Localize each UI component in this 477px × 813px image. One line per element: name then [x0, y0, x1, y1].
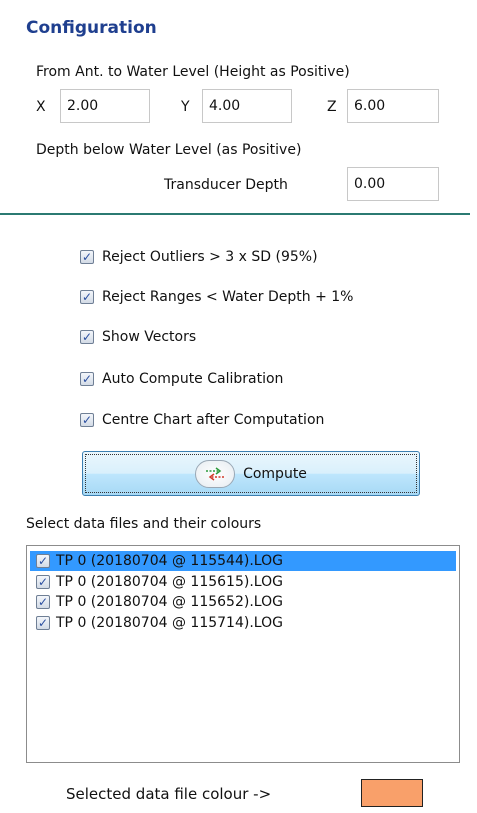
x-label: X [36, 99, 46, 115]
reject-outliers-checkbox[interactable]: ✓ Reject Outliers > 3 x SD (95%) [80, 247, 318, 267]
z-label: Z [327, 99, 337, 115]
file-label: TP 0 (20180704 @ 115544).LOG [56, 553, 283, 569]
selected-colour-swatch[interactable] [361, 779, 423, 807]
list-item[interactable]: ✓ TP 0 (20180704 @ 115615).LOG [30, 572, 456, 592]
data-files-heading: Select data files and their colours [26, 516, 262, 532]
compute-label: Compute [243, 465, 307, 482]
from-antenna-label: From Ant. to Water Level (Height as Posi… [36, 64, 350, 80]
auto-compute-label: Auto Compute Calibration [102, 371, 284, 387]
checkbox-check-icon: ✓ [80, 250, 94, 264]
data-files-list[interactable]: ✓ TP 0 (20180704 @ 115544).LOG ✓ TP 0 (2… [26, 545, 460, 763]
transducer-depth-input[interactable] [347, 167, 439, 201]
checkbox-check-icon[interactable]: ✓ [36, 575, 50, 589]
reject-ranges-checkbox[interactable]: ✓ Reject Ranges < Water Depth + 1% [80, 287, 353, 307]
checkbox-check-icon: ✓ [80, 290, 94, 304]
list-item[interactable]: ✓ TP 0 (20180704 @ 115652).LOG [30, 592, 456, 612]
selected-colour-label: Selected data file colour -> [66, 785, 272, 803]
x-offset-input[interactable] [60, 89, 150, 123]
y-label: Y [181, 99, 190, 115]
depth-below-label: Depth below Water Level (as Positive) [36, 142, 302, 158]
checkbox-check-icon[interactable]: ✓ [36, 554, 50, 568]
compute-button[interactable]: Compute [82, 451, 420, 496]
checkbox-check-icon: ✓ [80, 330, 94, 344]
reject-ranges-label: Reject Ranges < Water Depth + 1% [102, 289, 354, 305]
checkbox-check-icon: ✓ [80, 413, 94, 427]
checkbox-check-icon: ✓ [80, 372, 94, 386]
transducer-depth-label: Transducer Depth [164, 177, 288, 193]
checkbox-check-icon[interactable]: ✓ [36, 616, 50, 630]
z-offset-input[interactable] [347, 89, 439, 123]
section-divider [0, 213, 470, 215]
centre-chart-checkbox[interactable]: ✓ Centre Chart after Computation [80, 410, 324, 430]
auto-compute-checkbox[interactable]: ✓ Auto Compute Calibration [80, 369, 283, 389]
configuration-title: Configuration [26, 18, 157, 38]
centre-chart-label: Centre Chart after Computation [102, 412, 325, 428]
file-label: TP 0 (20180704 @ 115652).LOG [56, 594, 283, 610]
checkbox-check-icon[interactable]: ✓ [36, 595, 50, 609]
reject-outliers-label: Reject Outliers > 3 x SD (95%) [102, 249, 318, 265]
y-offset-input[interactable] [202, 89, 292, 123]
show-vectors-checkbox[interactable]: ✓ Show Vectors [80, 327, 196, 347]
list-item[interactable]: ✓ TP 0 (20180704 @ 115714).LOG [30, 613, 456, 633]
show-vectors-label: Show Vectors [102, 329, 197, 345]
compute-arrows-icon [195, 459, 236, 488]
file-label: TP 0 (20180704 @ 115615).LOG [56, 574, 283, 590]
file-label: TP 0 (20180704 @ 115714).LOG [56, 615, 283, 631]
list-item[interactable]: ✓ TP 0 (20180704 @ 115544).LOG [30, 551, 456, 571]
